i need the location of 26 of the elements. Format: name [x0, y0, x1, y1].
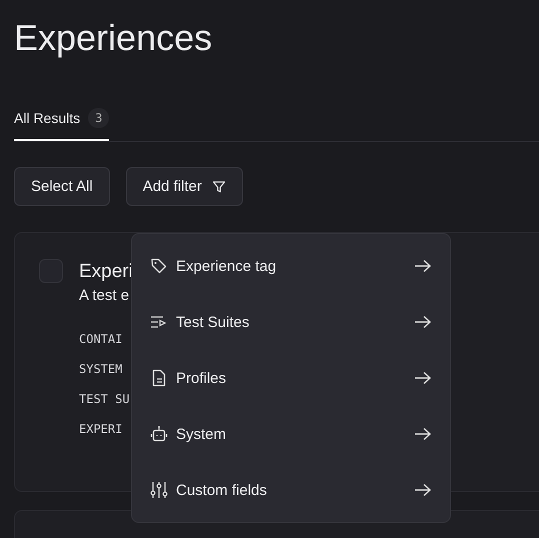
robot-icon	[150, 425, 168, 443]
field-label: TEST SU	[79, 392, 130, 406]
add-filter-button[interactable]: Add filter	[126, 167, 243, 206]
document-icon	[150, 369, 168, 387]
menu-item[interactable]: System	[132, 406, 450, 462]
arrow-right-icon	[414, 427, 432, 441]
tag-icon	[150, 257, 168, 275]
count-badge: 3	[88, 108, 110, 128]
field-label: EXPERI	[79, 422, 122, 436]
select-all-button[interactable]: Select All	[14, 167, 110, 206]
experience-title: Experi	[79, 260, 133, 284]
page-title: Experiences	[14, 16, 214, 60]
field-label: CONTAI	[79, 332, 122, 346]
sliders-icon	[150, 481, 168, 499]
experience-description: A test e	[79, 287, 130, 304]
filter-icon	[212, 180, 226, 194]
arrow-right-icon	[414, 371, 432, 385]
menu-item[interactable]: Experience tag	[132, 238, 450, 294]
arrow-right-icon	[414, 483, 432, 497]
field-label: SYSTEM	[79, 362, 122, 376]
menu-item[interactable]: Custom fields	[132, 462, 450, 518]
arrow-right-icon	[414, 315, 432, 329]
results-tab[interactable]: All Results 3	[14, 108, 110, 141]
menu-item[interactable]: Test Suites	[132, 294, 450, 350]
arrow-right-icon	[414, 259, 432, 273]
menu-item[interactable]: Profiles	[132, 350, 450, 406]
